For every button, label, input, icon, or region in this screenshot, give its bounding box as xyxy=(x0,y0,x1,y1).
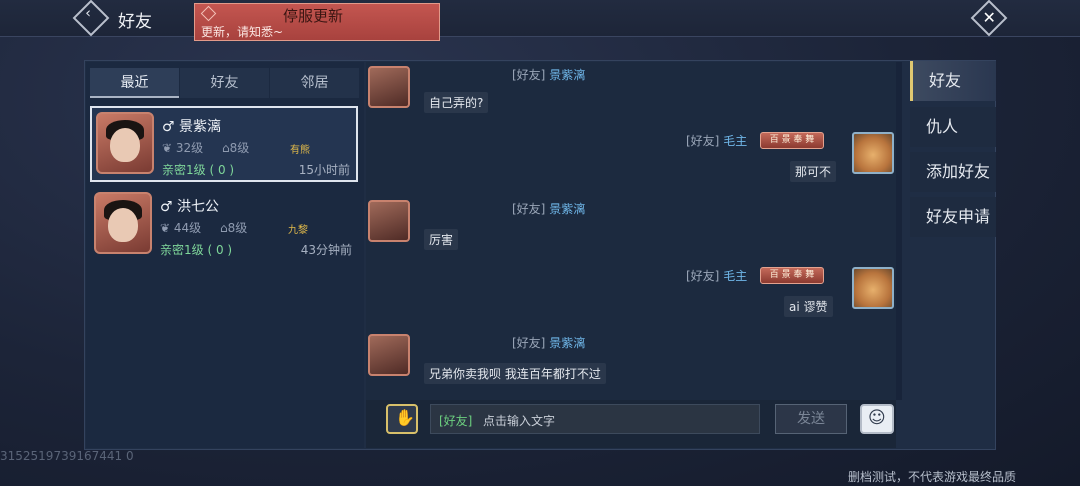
channel-prefix: [好友] xyxy=(439,414,473,428)
message-text: 兄弟你卖我呗 我连百年都打不过 xyxy=(424,363,606,384)
emoji-button[interactable]: ☺ xyxy=(860,404,894,434)
intimacy-level: 亲密1级 ( 0 ) xyxy=(162,163,235,177)
chat-scrollbar[interactable] xyxy=(896,62,902,400)
test-disclaimer: 删档测试，不代表游戏最终品质 xyxy=(848,470,1017,484)
avatar[interactable] xyxy=(368,334,410,376)
avatar[interactable] xyxy=(368,66,410,108)
notice-title: 停服更新 xyxy=(283,7,344,25)
house-icon: ⌂ xyxy=(222,141,230,155)
avatar[interactable] xyxy=(852,132,894,174)
friend-row[interactable]: ♂ 洪七公 ❦ 44级 ⌂8级 九黎 亲密1级 ( 0 ) 43分钟前 xyxy=(90,188,358,264)
avatar[interactable] xyxy=(368,200,410,242)
intimacy-level: 亲密1级 ( 0 ) xyxy=(160,243,233,257)
avatar xyxy=(96,112,154,174)
faction-tag: 有熊 xyxy=(290,145,310,156)
menu-friend-requests[interactable]: 好友申请 xyxy=(910,197,996,237)
menu-enemies[interactable]: 仇人 xyxy=(910,107,996,147)
avatar xyxy=(94,192,152,254)
message-sender: [好友] 景紫漓 xyxy=(512,336,586,350)
message-sender: [好友] 毛主 xyxy=(686,134,748,148)
message-text: 自己弄的? xyxy=(424,92,489,113)
friend-level: ❦ 44级 xyxy=(160,221,202,235)
avatar[interactable] xyxy=(852,267,894,309)
friend-name: ♂ 洪七公 xyxy=(160,199,220,215)
message-sender: [好友] 景紫漓 xyxy=(512,202,586,216)
user-id: 3152519739167441 0 xyxy=(0,449,134,463)
house-level: ⌂8级 xyxy=(222,141,250,155)
message-text: 那可不 xyxy=(790,161,837,182)
voice-button[interactable]: ✋ xyxy=(386,404,418,434)
message-text: ai 谬赞 xyxy=(784,296,833,317)
friend-level: ❦ 32级 xyxy=(162,141,204,155)
menu-friends[interactable]: 好友 xyxy=(910,61,996,101)
faction-tag: 九黎 xyxy=(288,225,308,236)
message-sender: [好友] 毛主 xyxy=(686,269,748,283)
chat-log[interactable]: [好友] 景紫漓 自己弄的? [好友] 毛主 百 景 奉 舞 那可不 [好友] … xyxy=(366,62,896,400)
house-level: ⌂8级 xyxy=(220,221,248,235)
list-tabs: 最近 好友 邻居 xyxy=(90,68,359,98)
input-placeholder: 点击输入文字 xyxy=(483,414,556,428)
diamond-icon xyxy=(200,5,217,22)
tab-friends[interactable]: 好友 xyxy=(180,68,269,98)
menu-add-friend[interactable]: 添加好友 xyxy=(910,152,996,192)
last-online: 43分钟前 xyxy=(300,243,352,257)
message-sender: [好友] 景紫漓 xyxy=(512,68,586,82)
house-icon: ⌂ xyxy=(220,221,228,235)
microphone-icon: ✋ xyxy=(395,408,415,427)
message-text: 厉害 xyxy=(424,229,459,250)
tab-neighbors[interactable]: 邻居 xyxy=(270,68,359,98)
notice-text: 更新，请知悉~ xyxy=(201,25,284,39)
tab-recent[interactable]: 最近 xyxy=(90,68,179,98)
top-bar xyxy=(0,0,1080,37)
page-title: 好友 xyxy=(118,12,152,32)
chevron-left-icon: ‹ xyxy=(85,5,91,22)
leaf-icon: ❦ xyxy=(162,141,173,155)
friend-row[interactable]: ♂ 景紫漓 ❦ 32级 ⌂8级 有熊 亲密1级 ( 0 ) 15小时前 xyxy=(90,106,358,182)
title-badge: 百 景 奉 舞 xyxy=(760,132,824,149)
close-icon: ✕ xyxy=(982,7,996,27)
smiley-icon: ☺ xyxy=(868,408,886,428)
friend-name: ♂ 景紫漓 xyxy=(162,119,222,135)
last-online: 15小时前 xyxy=(298,163,350,177)
maintenance-notice: 停服更新 更新，请知悉~ xyxy=(194,3,440,41)
title-badge: 百 景 奉 舞 xyxy=(760,267,824,284)
send-button[interactable]: 发送 xyxy=(775,404,847,434)
leaf-icon: ❦ xyxy=(160,221,171,235)
chat-input[interactable]: [好友] 点击输入文字 xyxy=(430,404,760,434)
